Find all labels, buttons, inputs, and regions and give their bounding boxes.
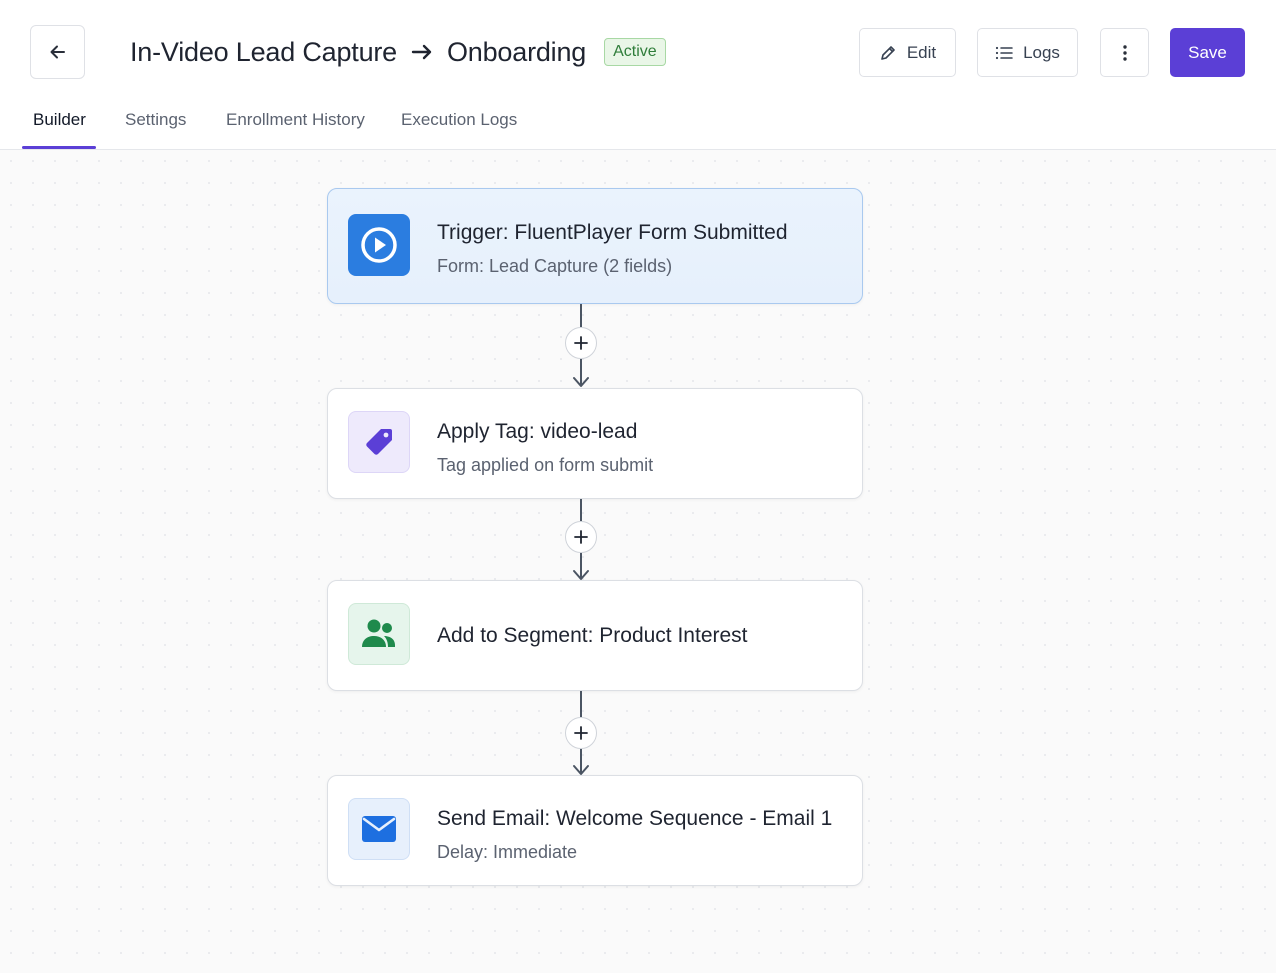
tab-bar: Builder Settings Enrollment History Exec…: [0, 96, 1276, 150]
logs-label: Logs: [1023, 42, 1060, 62]
page-title: In-Video Lead Capture Onboarding Active: [130, 30, 666, 74]
connector: [565, 304, 597, 388]
pencil-icon: [881, 45, 895, 60]
users-icon: [348, 603, 410, 665]
action-node-add-segment[interactable]: Add to Segment: Product Interest: [327, 580, 863, 691]
trigger-node[interactable]: Trigger: FluentPlayer Form Submitted For…: [327, 188, 863, 304]
add-step-button[interactable]: [565, 717, 597, 749]
action-node-send-email[interactable]: Send Email: Welcome Sequence - Email 1 D…: [327, 775, 863, 886]
back-button[interactable]: [30, 25, 85, 79]
tag-icon: [348, 411, 410, 473]
edit-button[interactable]: Edit: [859, 28, 956, 77]
arrow-left-icon: [50, 45, 65, 59]
tab-settings[interactable]: Settings: [125, 110, 186, 130]
active-tab-indicator: [22, 146, 96, 149]
workflow-target: Onboarding: [447, 36, 587, 67]
node-subtitle: Form: Lead Capture (2 fields): [437, 256, 673, 276]
add-step-button[interactable]: [565, 327, 597, 359]
status-badge: Active: [604, 38, 666, 66]
play-icon: [348, 214, 410, 276]
more-options-button[interactable]: [1100, 28, 1149, 77]
node-subtitle: Tag applied on form submit: [437, 455, 654, 475]
mail-icon: [348, 798, 410, 860]
arrow-down-icon: [573, 765, 589, 775]
header: In-Video Lead Capture Onboarding Active …: [0, 0, 1276, 104]
workflow-canvas: Trigger: FluentPlayer Form Submitted For…: [0, 150, 1276, 973]
node-title: Apply Tag: video-lead: [437, 420, 638, 443]
save-button[interactable]: Save: [1170, 28, 1245, 77]
edit-label: Edit: [906, 42, 937, 62]
tab-enrollment-history[interactable]: Enrollment History: [226, 110, 365, 130]
plus-icon: [574, 726, 588, 740]
arrow-down-icon: [573, 570, 589, 580]
add-step-button[interactable]: [565, 521, 597, 553]
node-title: Send Email: Welcome Sequence - Email 1: [437, 807, 833, 830]
connector: [565, 691, 597, 776]
plus-icon: [574, 336, 588, 350]
node-subtitle: Delay: Immediate: [437, 842, 578, 862]
logs-button[interactable]: Logs: [977, 28, 1078, 77]
connector: [565, 499, 597, 581]
arrow-right-icon: [411, 42, 433, 62]
tab-execution-logs[interactable]: Execution Logs: [401, 110, 517, 130]
node-title: Add to Segment: Product Interest: [437, 624, 748, 647]
node-title: Trigger: FluentPlayer Form Submitted: [437, 221, 788, 244]
plus-icon: [574, 530, 588, 544]
workflow-name: In-Video Lead Capture: [130, 36, 397, 67]
more-vertical-icon: [1122, 44, 1127, 61]
action-node-apply-tag[interactable]: Apply Tag: video-lead Tag applied on for…: [327, 388, 863, 499]
arrow-down-icon: [573, 377, 589, 387]
list-icon: [995, 46, 1013, 59]
tab-builder[interactable]: Builder: [33, 110, 86, 130]
